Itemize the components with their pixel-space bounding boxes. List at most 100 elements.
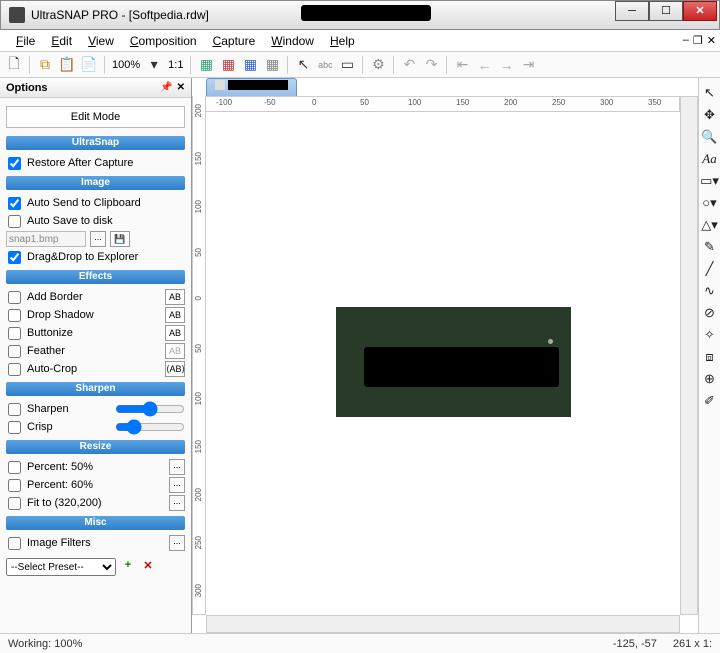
layer1-icon[interactable]: ▦ — [196, 55, 216, 75]
percent2-more[interactable]: ... — [169, 477, 185, 493]
redo-icon[interactable]: ↷ — [421, 55, 441, 75]
panel-pin-icon[interactable]: 📌 — [160, 82, 172, 93]
nav-next-icon[interactable]: → — [496, 55, 516, 75]
percent1-more[interactable]: ... — [169, 459, 185, 475]
image-filters-more[interactable]: ... — [169, 535, 185, 551]
gear-icon[interactable]: ⚙ — [368, 55, 388, 75]
canvas-area: -100-50050100150200250300350 20015010050… — [192, 78, 698, 633]
stamp-tool-icon[interactable]: ⊕ — [701, 370, 719, 388]
panel-title: Options — [6, 82, 48, 94]
paste-icon[interactable]: 📄 — [79, 55, 99, 75]
copy-icon[interactable]: 📋 — [57, 55, 77, 75]
zoom-1to1[interactable]: 1:1 — [166, 59, 185, 71]
menu-window[interactable]: Window — [263, 32, 322, 50]
polygon-tool-icon[interactable]: △▾ — [701, 216, 719, 234]
menu-edit[interactable]: Edit — [43, 32, 80, 50]
ellipse-tool-icon[interactable]: ○▾ — [701, 194, 719, 212]
undo-icon[interactable]: ↶ — [399, 55, 419, 75]
dragdrop-check[interactable] — [8, 251, 21, 264]
auto-send-check[interactable] — [8, 197, 21, 210]
crisp-check[interactable] — [8, 421, 21, 434]
menu-view[interactable]: View — [80, 32, 122, 50]
layer2-icon[interactable]: ▦ — [218, 55, 238, 75]
pen-tool-icon[interactable]: ✎ — [701, 238, 719, 256]
fit-check[interactable] — [8, 497, 21, 510]
sharpen-check[interactable] — [8, 403, 21, 416]
mdi-close[interactable]: ✕ — [707, 34, 716, 47]
zoom-tool-icon[interactable]: 🔍 — [701, 128, 719, 146]
panel-close-icon[interactable]: ✕ — [177, 82, 185, 93]
fit-more[interactable]: ... — [169, 495, 185, 511]
image-filters-check[interactable] — [8, 537, 21, 550]
vertical-scrollbar[interactable] — [680, 96, 698, 615]
curve-tool-icon[interactable]: ∿ — [701, 282, 719, 300]
arrow-tool-icon[interactable]: ↖ — [701, 84, 719, 102]
tab-redacted — [228, 80, 288, 90]
nav-last-icon[interactable]: ⇥ — [518, 55, 538, 75]
minimize-button[interactable] — [615, 1, 649, 21]
edit-mode-button[interactable]: Edit Mode — [6, 106, 185, 128]
document-tab[interactable] — [206, 78, 297, 96]
percent2-label: Percent: 60% — [27, 479, 165, 491]
drop-shadow-check[interactable] — [8, 309, 21, 322]
horizontal-scrollbar[interactable] — [206, 615, 680, 633]
crop-tool-icon[interactable]: ⧈ — [701, 348, 719, 366]
mdi-minimize[interactable]: – — [683, 34, 689, 47]
auto-save-check[interactable] — [8, 215, 21, 228]
eyedropper-tool-icon[interactable]: ✐ — [701, 392, 719, 410]
menubar: File Edit View Composition Capture Windo… — [0, 30, 720, 52]
nav-prev-icon[interactable]: ← — [474, 55, 494, 75]
feather-settings[interactable]: AB — [165, 343, 185, 359]
mdi-restore[interactable]: ❐ — [693, 34, 703, 47]
vertical-ruler: 20015010050050100150200250300 — [192, 96, 206, 615]
percent1-check[interactable] — [8, 461, 21, 474]
menu-capture[interactable]: Capture — [205, 32, 264, 50]
status-working: Working: 100% — [8, 638, 82, 650]
close-button[interactable] — [683, 1, 717, 21]
image-object[interactable] — [336, 307, 571, 417]
zoom-combo[interactable]: 100% — [110, 59, 142, 71]
drop-shadow-settings[interactable]: AB — [165, 307, 185, 323]
nav-first-icon[interactable]: ⇤ — [452, 55, 472, 75]
crisp-slider[interactable] — [115, 420, 185, 434]
crisp-label: Crisp — [27, 421, 111, 433]
auto-crop-check[interactable] — [8, 363, 21, 376]
buttonize-check[interactable] — [8, 327, 21, 340]
rect-tool-icon[interactable]: ▭▾ — [701, 172, 719, 190]
maximize-button[interactable] — [649, 1, 683, 21]
auto-crop-settings[interactable]: ⟨AB⟩ — [165, 361, 185, 377]
menu-composition[interactable]: Composition — [122, 32, 205, 50]
layer4-icon[interactable]: ▦ — [262, 55, 282, 75]
preset-select[interactable]: --Select Preset-- — [6, 558, 116, 576]
line-tool-icon[interactable]: ╱ — [701, 260, 719, 278]
percent1-label: Percent: 50% — [27, 461, 165, 473]
text-tool-icon[interactable]: Aa — [701, 150, 719, 168]
browse-button[interactable]: ... — [90, 231, 106, 247]
text-abc-icon[interactable]: abc — [315, 55, 335, 75]
capture-icon[interactable]: ⧉ — [35, 55, 55, 75]
move-tool-icon[interactable]: ✥ — [701, 106, 719, 124]
zoom-dropdown-icon[interactable]: ▾ — [144, 55, 164, 75]
filename-field[interactable] — [6, 231, 86, 247]
feather-check[interactable] — [8, 345, 21, 358]
layer3-icon[interactable]: ▦ — [240, 55, 260, 75]
preset-delete-icon[interactable]: ✕ — [140, 559, 156, 575]
custom-tool-icon[interactable]: ✧ — [701, 326, 719, 344]
menu-file[interactable]: File — [8, 32, 43, 50]
buttonize-settings[interactable]: AB — [165, 325, 185, 341]
options-panel: Options 📌 ✕ Edit Mode UltraSnap Restore … — [0, 78, 192, 633]
new-icon[interactable]: 🗋 — [4, 55, 24, 75]
group-resize-header: Resize — [6, 440, 185, 454]
lasso-tool-icon[interactable]: ⊘ — [701, 304, 719, 322]
add-border-settings[interactable]: AB — [165, 289, 185, 305]
add-border-check[interactable] — [8, 291, 21, 304]
canvas[interactable] — [206, 112, 680, 615]
sharpen-slider[interactable] — [115, 402, 185, 416]
pointer-icon[interactable]: ↖ — [293, 55, 313, 75]
save-icon[interactable]: 💾 — [110, 231, 130, 247]
restore-after-capture-check[interactable] — [8, 157, 21, 170]
marquee-icon[interactable]: ▭ — [337, 55, 357, 75]
percent2-check[interactable] — [8, 479, 21, 492]
menu-help[interactable]: Help — [322, 32, 363, 50]
preset-add-icon[interactable]: + — [120, 559, 136, 575]
